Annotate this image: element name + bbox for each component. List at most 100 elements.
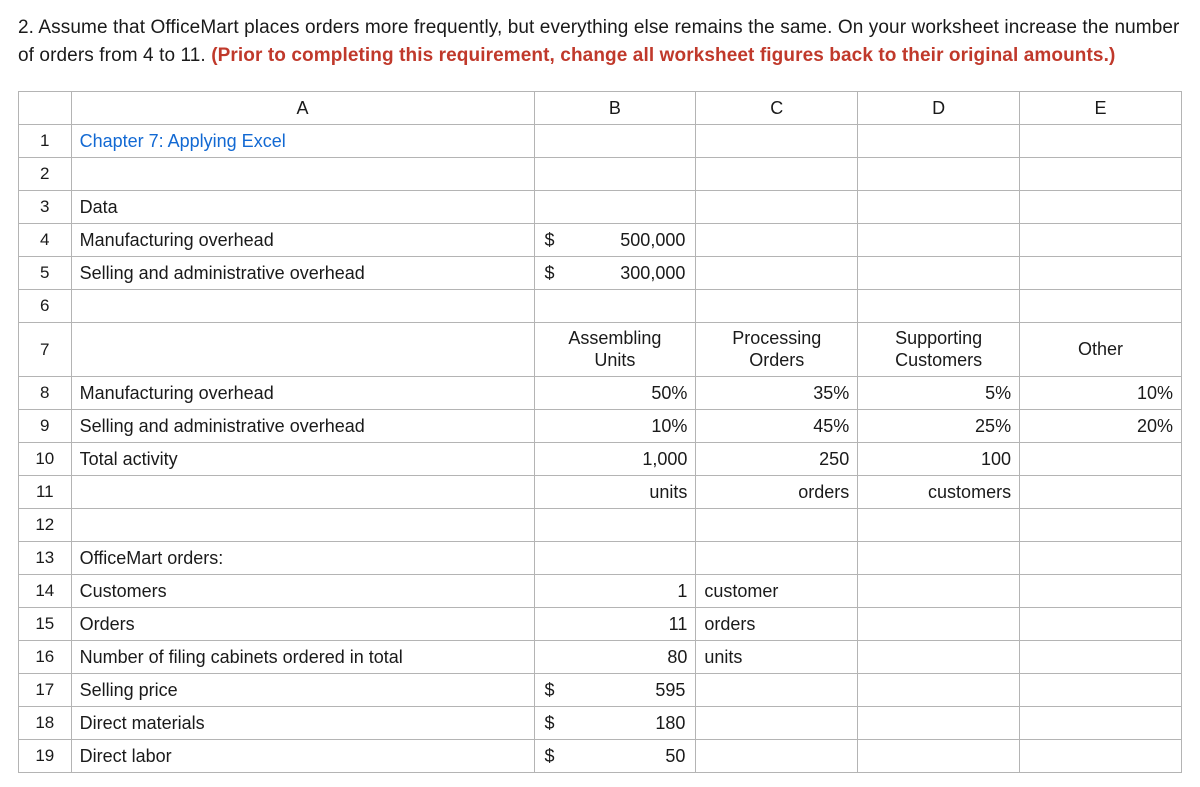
cell-e9[interactable]: 20% [1020, 410, 1182, 443]
cell-d4[interactable] [858, 224, 1020, 257]
cell-a15[interactable]: Orders [71, 608, 534, 641]
cell-d3[interactable] [858, 191, 1020, 224]
cell-c17[interactable] [696, 674, 858, 707]
cell-e1[interactable] [1020, 125, 1182, 158]
cell-d1[interactable] [858, 125, 1020, 158]
cell-b4[interactable]: $500,000 [534, 224, 696, 257]
cell-e7[interactable]: Other [1020, 323, 1182, 377]
cell-b14[interactable]: 1 [534, 575, 696, 608]
cell-d7[interactable]: SupportingCustomers [858, 323, 1020, 377]
cell-b16[interactable]: 80 [534, 641, 696, 674]
cell-d13[interactable] [858, 542, 1020, 575]
cell-e12[interactable] [1020, 509, 1182, 542]
row-3: 3 Data [19, 191, 1182, 224]
cell-b6[interactable] [534, 290, 696, 323]
cell-e10[interactable] [1020, 443, 1182, 476]
cell-e4[interactable] [1020, 224, 1182, 257]
cell-c13[interactable] [696, 542, 858, 575]
cell-a4[interactable]: Manufacturing overhead [71, 224, 534, 257]
cell-a2[interactable] [71, 158, 534, 191]
cell-e15[interactable] [1020, 608, 1182, 641]
cell-a11[interactable] [71, 476, 534, 509]
row-19: 19 Direct labor $50 [19, 740, 1182, 773]
cell-c6[interactable] [696, 290, 858, 323]
cell-c14[interactable]: customer [696, 575, 858, 608]
cell-c7[interactable]: ProcessingOrders [696, 323, 858, 377]
cell-c1[interactable] [696, 125, 858, 158]
cell-d18[interactable] [858, 707, 1020, 740]
cell-e17[interactable] [1020, 674, 1182, 707]
cell-d14[interactable] [858, 575, 1020, 608]
cell-b15[interactable]: 11 [534, 608, 696, 641]
cell-e8[interactable]: 10% [1020, 377, 1182, 410]
cell-a9[interactable]: Selling and administrative overhead [71, 410, 534, 443]
cell-c12[interactable] [696, 509, 858, 542]
cell-a16[interactable]: Number of filing cabinets ordered in tot… [71, 641, 534, 674]
cell-a5[interactable]: Selling and administrative overhead [71, 257, 534, 290]
cell-d16[interactable] [858, 641, 1020, 674]
cell-e18[interactable] [1020, 707, 1182, 740]
cell-a14[interactable]: Customers [71, 575, 534, 608]
cell-e19[interactable] [1020, 740, 1182, 773]
cell-c11[interactable]: orders [696, 476, 858, 509]
cell-c15[interactable]: orders [696, 608, 858, 641]
cell-a7[interactable] [71, 323, 534, 377]
cell-d11[interactable]: customers [858, 476, 1020, 509]
cell-b3[interactable] [534, 191, 696, 224]
cell-b9[interactable]: 10% [534, 410, 696, 443]
cell-a18[interactable]: Direct materials [71, 707, 534, 740]
cell-a3[interactable]: Data [71, 191, 534, 224]
cell-e2[interactable] [1020, 158, 1182, 191]
cell-e11[interactable] [1020, 476, 1182, 509]
cell-a8[interactable]: Manufacturing overhead [71, 377, 534, 410]
cell-e3[interactable] [1020, 191, 1182, 224]
cell-c9[interactable]: 45% [696, 410, 858, 443]
cell-d19[interactable] [858, 740, 1020, 773]
cell-b10[interactable]: 1,000 [534, 443, 696, 476]
cell-b17[interactable]: $595 [534, 674, 696, 707]
cell-c8[interactable]: 35% [696, 377, 858, 410]
cell-e5[interactable] [1020, 257, 1182, 290]
cell-a13[interactable]: OfficeMart orders: [71, 542, 534, 575]
cell-e14[interactable] [1020, 575, 1182, 608]
cell-c5[interactable] [696, 257, 858, 290]
cell-b11[interactable]: units [534, 476, 696, 509]
cell-d9[interactable]: 25% [858, 410, 1020, 443]
cell-c4[interactable] [696, 224, 858, 257]
cell-c19[interactable] [696, 740, 858, 773]
cell-c2[interactable] [696, 158, 858, 191]
header-row: A B C D E [19, 92, 1182, 125]
cell-d6[interactable] [858, 290, 1020, 323]
cell-b12[interactable] [534, 509, 696, 542]
cell-b7[interactable]: AssemblingUnits [534, 323, 696, 377]
cell-c10[interactable]: 250 [696, 443, 858, 476]
cell-d15[interactable] [858, 608, 1020, 641]
cell-b18[interactable]: $180 [534, 707, 696, 740]
cell-b5[interactable]: $300,000 [534, 257, 696, 290]
cell-a1[interactable]: Chapter 7: Applying Excel [71, 125, 534, 158]
cell-e6[interactable] [1020, 290, 1182, 323]
cell-d5[interactable] [858, 257, 1020, 290]
cell-c3[interactable] [696, 191, 858, 224]
cell-d10[interactable]: 100 [858, 443, 1020, 476]
row-num: 19 [19, 740, 72, 773]
cell-a10[interactable]: Total activity [71, 443, 534, 476]
cell-c18[interactable] [696, 707, 858, 740]
cell-e13[interactable] [1020, 542, 1182, 575]
row-4: 4 Manufacturing overhead $500,000 [19, 224, 1182, 257]
cell-d8[interactable]: 5% [858, 377, 1020, 410]
cell-d2[interactable] [858, 158, 1020, 191]
cell-d17[interactable] [858, 674, 1020, 707]
cell-b8[interactable]: 50% [534, 377, 696, 410]
cell-a12[interactable] [71, 509, 534, 542]
cell-b19[interactable]: $50 [534, 740, 696, 773]
cell-b2[interactable] [534, 158, 696, 191]
cell-c16[interactable]: units [696, 641, 858, 674]
cell-a17[interactable]: Selling price [71, 674, 534, 707]
cell-d12[interactable] [858, 509, 1020, 542]
cell-b1[interactable] [534, 125, 696, 158]
cell-e16[interactable] [1020, 641, 1182, 674]
cell-a19[interactable]: Direct labor [71, 740, 534, 773]
cell-a6[interactable] [71, 290, 534, 323]
cell-b13[interactable] [534, 542, 696, 575]
